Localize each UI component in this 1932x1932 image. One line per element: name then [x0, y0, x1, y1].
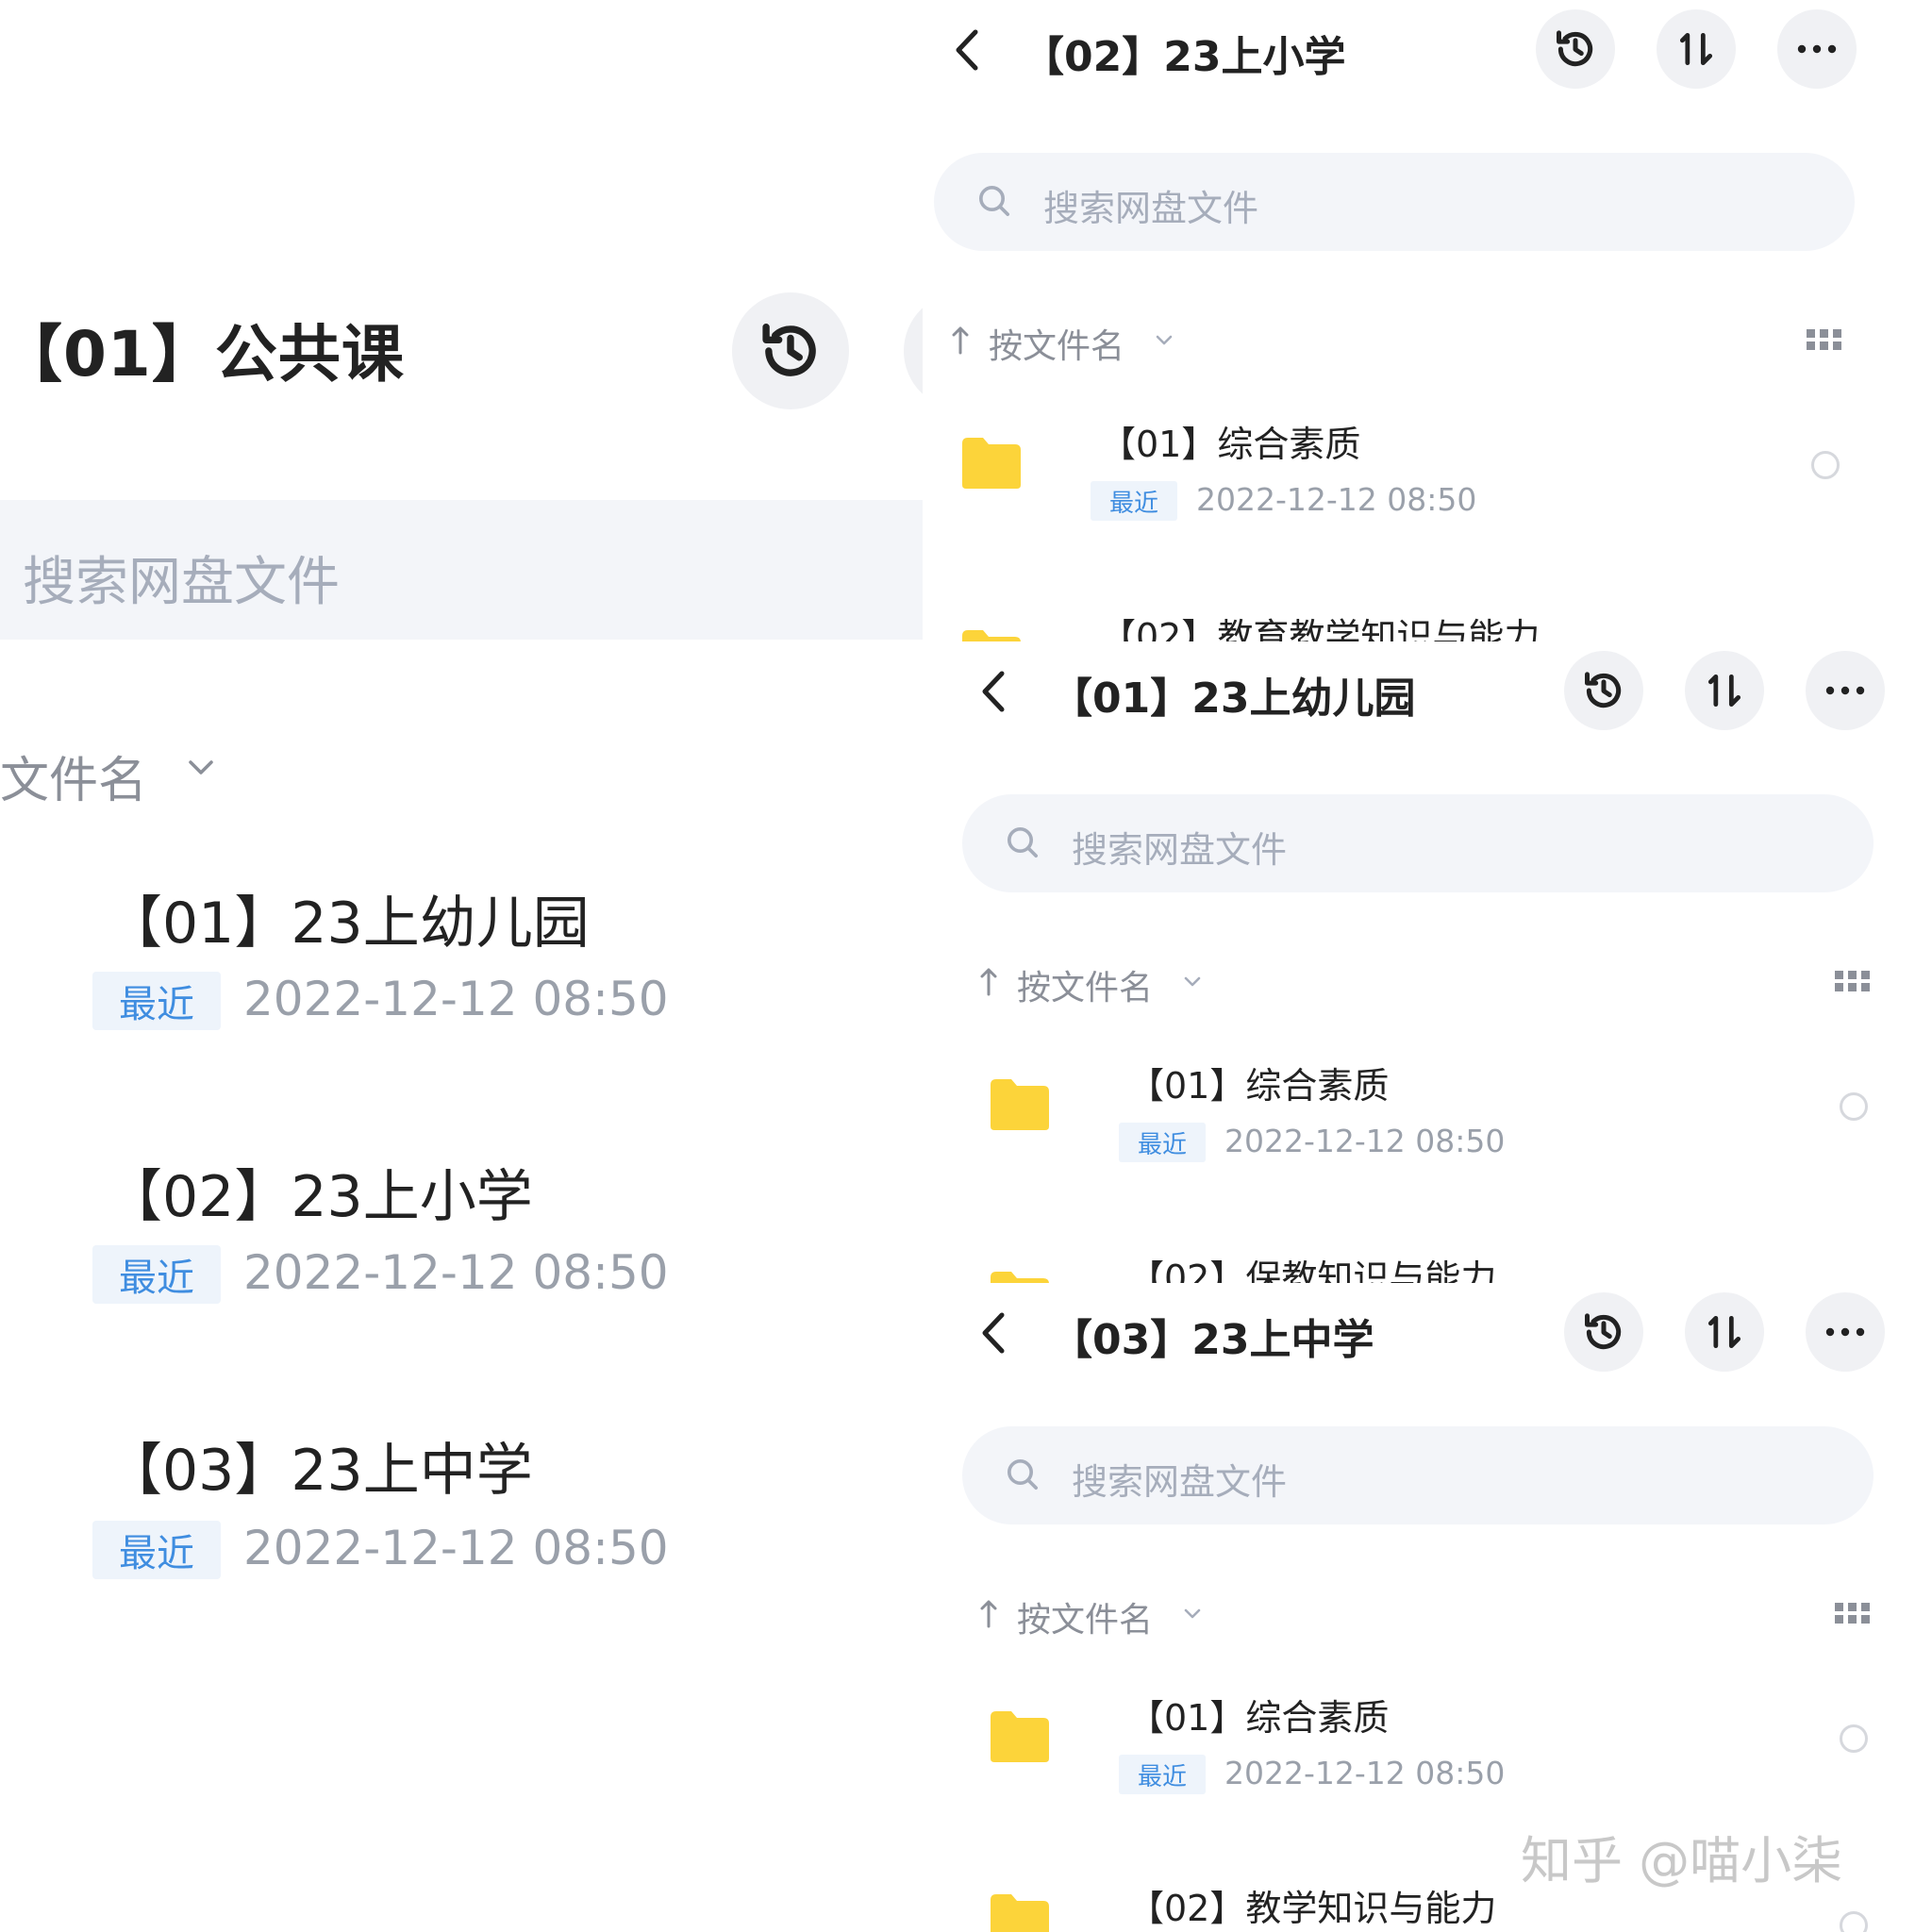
modified-date: 2022-12-12 08:50: [243, 1521, 669, 1575]
folder-icon: [991, 1711, 1049, 1762]
modified-date: 2022-12-12 08:50: [1196, 481, 1477, 518]
screen-kindergarten: 【01】23上幼儿园 搜索网盘文件 按文件名 【01】综合素质 最近 2022-…: [923, 641, 1932, 1283]
search-placeholder: 搜索网盘文件: [23, 552, 340, 613]
file-name[interactable]: 【01】综合素质: [1128, 1689, 1389, 1740]
sort-button[interactable]: [1685, 651, 1764, 730]
history-icon: [762, 324, 816, 376]
sort-button[interactable]: [1685, 1292, 1764, 1372]
sort-arrow-up-icon: [952, 326, 969, 355]
left-panel-zoomed: 【01】公共课 搜索网盘文件 文件名 【01】23上幼儿园 最近 2022-12…: [0, 0, 923, 1932]
recent-badge: 最近: [1119, 1123, 1206, 1162]
file-name[interactable]: 【02】教育教学知识与能力: [1100, 608, 1540, 641]
search-placeholder: 搜索网盘文件: [1072, 1461, 1288, 1503]
chevron-down-icon[interactable]: [187, 758, 215, 778]
folder-icon: [962, 438, 1021, 489]
more-button[interactable]: [1806, 651, 1885, 730]
sort-label[interactable]: 按文件名: [1017, 960, 1153, 1009]
recent-badge: 最近: [92, 1521, 221, 1579]
sort-icon: [1707, 674, 1741, 708]
history-button[interactable]: [1564, 1292, 1643, 1372]
search-icon: [979, 186, 1009, 217]
grid-view-icon[interactable]: [1834, 970, 1872, 992]
search-icon: [1008, 827, 1038, 858]
folder-icon: [991, 1079, 1049, 1130]
sort-button-partial[interactable]: [904, 292, 923, 409]
sort-label[interactable]: 文件名: [0, 741, 147, 811]
back-icon[interactable]: [975, 668, 1013, 715]
more-icon: [1797, 44, 1837, 54]
history-icon: [1585, 1313, 1622, 1350]
chevron-down-icon[interactable]: [1183, 1607, 1202, 1621]
more-icon: [1825, 1327, 1865, 1337]
search-placeholder: 搜索网盘文件: [1043, 188, 1259, 229]
recent-badge: 最近: [92, 972, 221, 1030]
sort-icon: [1707, 1315, 1741, 1349]
grid-view-icon[interactable]: [1806, 328, 1843, 351]
sort-button[interactable]: [1657, 9, 1736, 89]
modified-date: 2022-12-12 08:50: [1224, 1123, 1506, 1159]
file-name[interactable]: 【02】保教知识与能力: [1128, 1249, 1496, 1283]
sort-arrow-up-icon: [980, 1600, 997, 1628]
page-title: 【01】公共课: [0, 318, 405, 391]
folder-icon: [991, 1272, 1049, 1283]
select-radio-icon[interactable]: [1840, 1724, 1868, 1753]
recent-badge: 最近: [1119, 1755, 1206, 1794]
file-name[interactable]: 【01】综合素质: [1128, 1057, 1389, 1108]
select-radio-icon[interactable]: [1811, 451, 1840, 479]
more-icon: [1825, 686, 1865, 695]
history-button[interactable]: [732, 292, 849, 409]
history-button[interactable]: [1564, 651, 1643, 730]
file-name[interactable]: 【03】23上中学: [106, 1424, 533, 1507]
folder-icon: [962, 630, 1021, 641]
sort-icon: [1679, 32, 1713, 66]
chevron-down-icon[interactable]: [1183, 975, 1202, 989]
sort-arrow-up-icon: [980, 968, 997, 996]
page-title: 【03】23上中学: [1051, 1316, 1374, 1364]
file-name[interactable]: 【01】综合素质: [1100, 415, 1360, 467]
sort-label[interactable]: 按文件名: [1017, 1592, 1153, 1641]
modified-date: 2022-12-12 08:50: [243, 1245, 669, 1300]
search-placeholder: 搜索网盘文件: [1072, 829, 1288, 871]
back-icon[interactable]: [975, 1309, 1013, 1357]
modified-date: 2022-12-12 08:50: [243, 972, 669, 1026]
page-title: 【02】23上小学: [1023, 33, 1346, 81]
watermark: 知乎 @喵小柒: [1521, 1831, 1843, 1890]
select-radio-icon[interactable]: [1840, 1092, 1868, 1121]
file-name[interactable]: 【02】教学知识与能力: [1128, 1879, 1496, 1931]
select-radio-icon[interactable]: [1840, 1911, 1868, 1932]
history-icon: [1557, 30, 1593, 67]
folder-icon: [991, 1894, 1049, 1932]
recent-badge: 最近: [1091, 481, 1177, 521]
file-name[interactable]: 【02】23上小学: [106, 1151, 533, 1233]
grid-view-icon[interactable]: [1834, 1602, 1872, 1624]
modified-date: 2022-12-12 08:50: [1224, 1755, 1506, 1791]
page-title: 【01】23上幼儿园: [1051, 675, 1416, 723]
search-icon: [1008, 1459, 1038, 1490]
back-icon[interactable]: [949, 26, 987, 74]
more-button[interactable]: [1806, 1292, 1885, 1372]
chevron-down-icon[interactable]: [1155, 334, 1174, 347]
more-button[interactable]: [1777, 9, 1857, 89]
sort-label[interactable]: 按文件名: [989, 319, 1124, 368]
recent-badge: 最近: [92, 1245, 221, 1304]
screen-primary-school: 【02】23上小学 搜索网盘文件 按文件名 【01】综合素质 最近 2022-1…: [923, 0, 1932, 641]
history-button[interactable]: [1536, 9, 1615, 89]
file-name[interactable]: 【01】23上幼儿园: [106, 877, 590, 959]
history-icon: [1585, 672, 1622, 708]
